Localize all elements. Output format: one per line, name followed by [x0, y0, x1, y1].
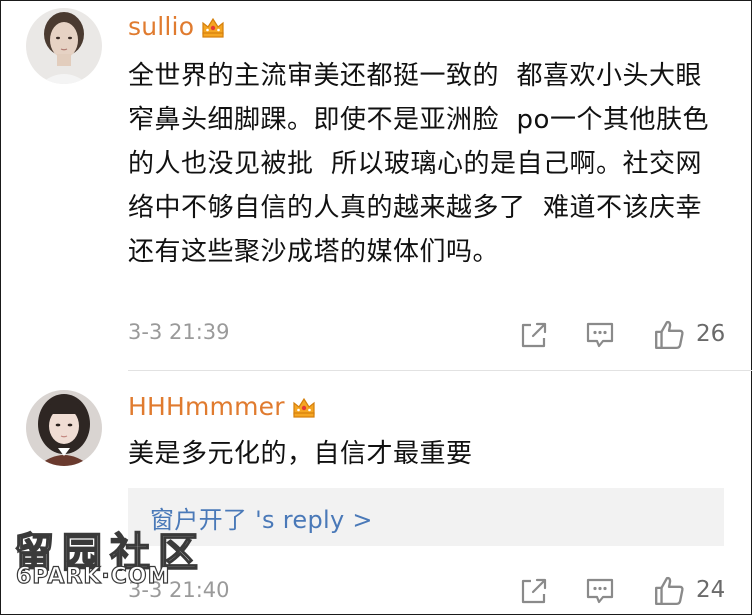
- share-icon[interactable]: [519, 320, 549, 350]
- thumbs-up-icon[interactable]: [653, 574, 685, 606]
- crown-vip-icon: [202, 17, 224, 38]
- comment-text: 美是多元化的，自信才最重要: [128, 439, 473, 469]
- like-count: 26: [696, 321, 726, 347]
- thumbs-up-icon[interactable]: [653, 318, 685, 350]
- username-row: HHHmmmer: [128, 392, 317, 421]
- comment-icon[interactable]: [585, 576, 615, 606]
- site-watermark: 留园社区 6PARK·COM: [13, 520, 199, 600]
- reply-preview-box[interactable]: 窗户开了 's reply >: [128, 488, 724, 546]
- share-icon[interactable]: [519, 576, 549, 606]
- username[interactable]: HHHmmmer: [128, 392, 285, 421]
- comment-1: sullio 全世界的主流审美还都挺一致的 都喜欢小头大眼窄鼻头细脚踝。即使不是…: [0, 0, 752, 370]
- avatar-sullio[interactable]: [26, 8, 102, 84]
- watermark-text-en: 6PARK·COM: [15, 563, 171, 589]
- comment-text: 全世界的主流审美还都挺一致的 都喜欢小头大眼窄鼻头细脚踝。即使不是亚洲脸 po一…: [128, 61, 709, 267]
- username[interactable]: sullio: [128, 12, 194, 41]
- avatar-image: [26, 390, 102, 466]
- username-row: sullio: [128, 12, 226, 41]
- like-count: 24: [696, 577, 726, 603]
- avatar-image: [26, 8, 102, 84]
- timestamp: 3-3 21:39: [128, 320, 230, 344]
- crown-vip-icon: [293, 397, 315, 418]
- comment-icon[interactable]: [585, 320, 615, 350]
- meta-row: 3-3 21:39: [128, 320, 230, 344]
- avatar-hhhmmmer[interactable]: [26, 390, 102, 466]
